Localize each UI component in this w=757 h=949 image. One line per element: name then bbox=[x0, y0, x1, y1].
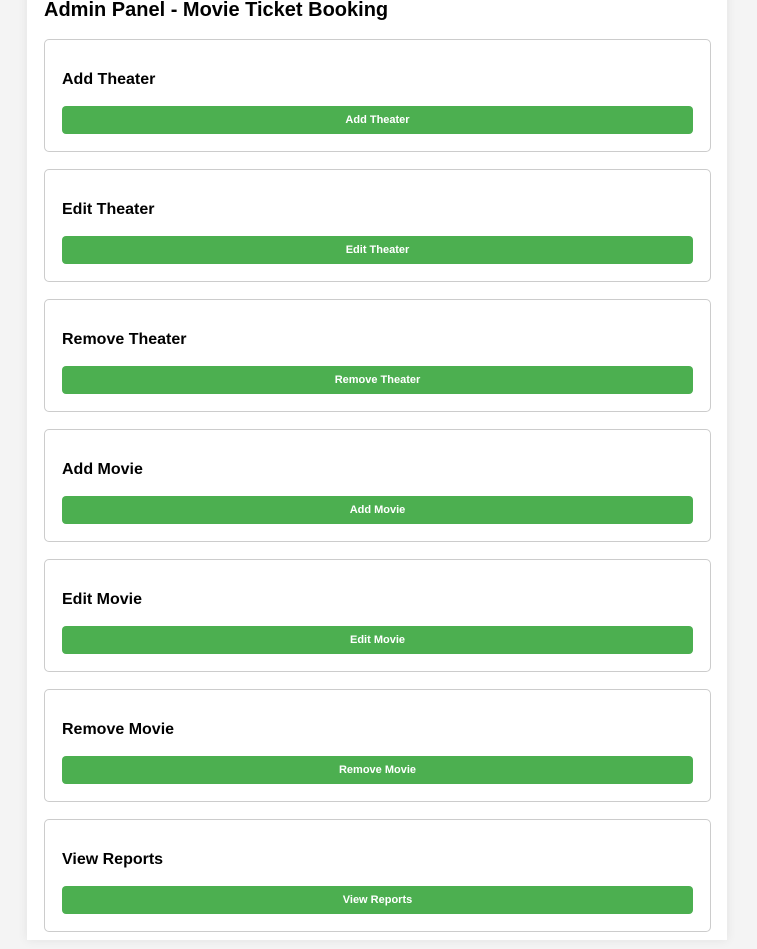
section-title-remove-movie: Remove Movie bbox=[62, 721, 175, 738]
section-title-remove-theater: Remove Theater bbox=[62, 331, 187, 348]
remove-movie-button[interactable]: Remove Movie bbox=[62, 756, 693, 784]
section-view-reports: View Reports View Reports bbox=[44, 819, 711, 932]
section-remove-theater: Remove Theater Remove Theater bbox=[44, 299, 711, 412]
section-remove-movie: Remove Movie Remove Movie bbox=[44, 689, 711, 802]
section-add-theater: Add Theater Add Theater bbox=[44, 39, 711, 152]
section-title-view-reports: View Reports bbox=[62, 851, 164, 868]
remove-theater-button[interactable]: Remove Theater bbox=[62, 366, 693, 394]
add-theater-button[interactable]: Add Theater bbox=[62, 106, 693, 134]
section-title-add-theater: Add Theater bbox=[62, 71, 156, 88]
page-title: Admin Panel - Movie Ticket Booking bbox=[44, 0, 389, 21]
section-edit-movie: Edit Movie Edit Movie bbox=[44, 559, 711, 672]
section-title-edit-movie: Edit Movie bbox=[62, 591, 143, 608]
view-reports-button[interactable]: View Reports bbox=[62, 886, 693, 914]
edit-movie-button[interactable]: Edit Movie bbox=[62, 626, 693, 654]
section-title-add-movie: Add Movie bbox=[62, 461, 143, 478]
edit-theater-button[interactable]: Edit Theater bbox=[62, 236, 693, 264]
section-title-edit-theater: Edit Theater bbox=[62, 201, 155, 218]
section-edit-theater: Edit Theater Edit Theater bbox=[44, 169, 711, 282]
add-movie-button[interactable]: Add Movie bbox=[62, 496, 693, 524]
admin-sections: Add Theater Add Theater Edit Theater Edi… bbox=[44, 39, 711, 949]
admin-panel-container: Admin Panel - Movie Ticket Booking Add T… bbox=[27, 0, 727, 940]
section-add-movie: Add Movie Add Movie bbox=[44, 429, 711, 542]
